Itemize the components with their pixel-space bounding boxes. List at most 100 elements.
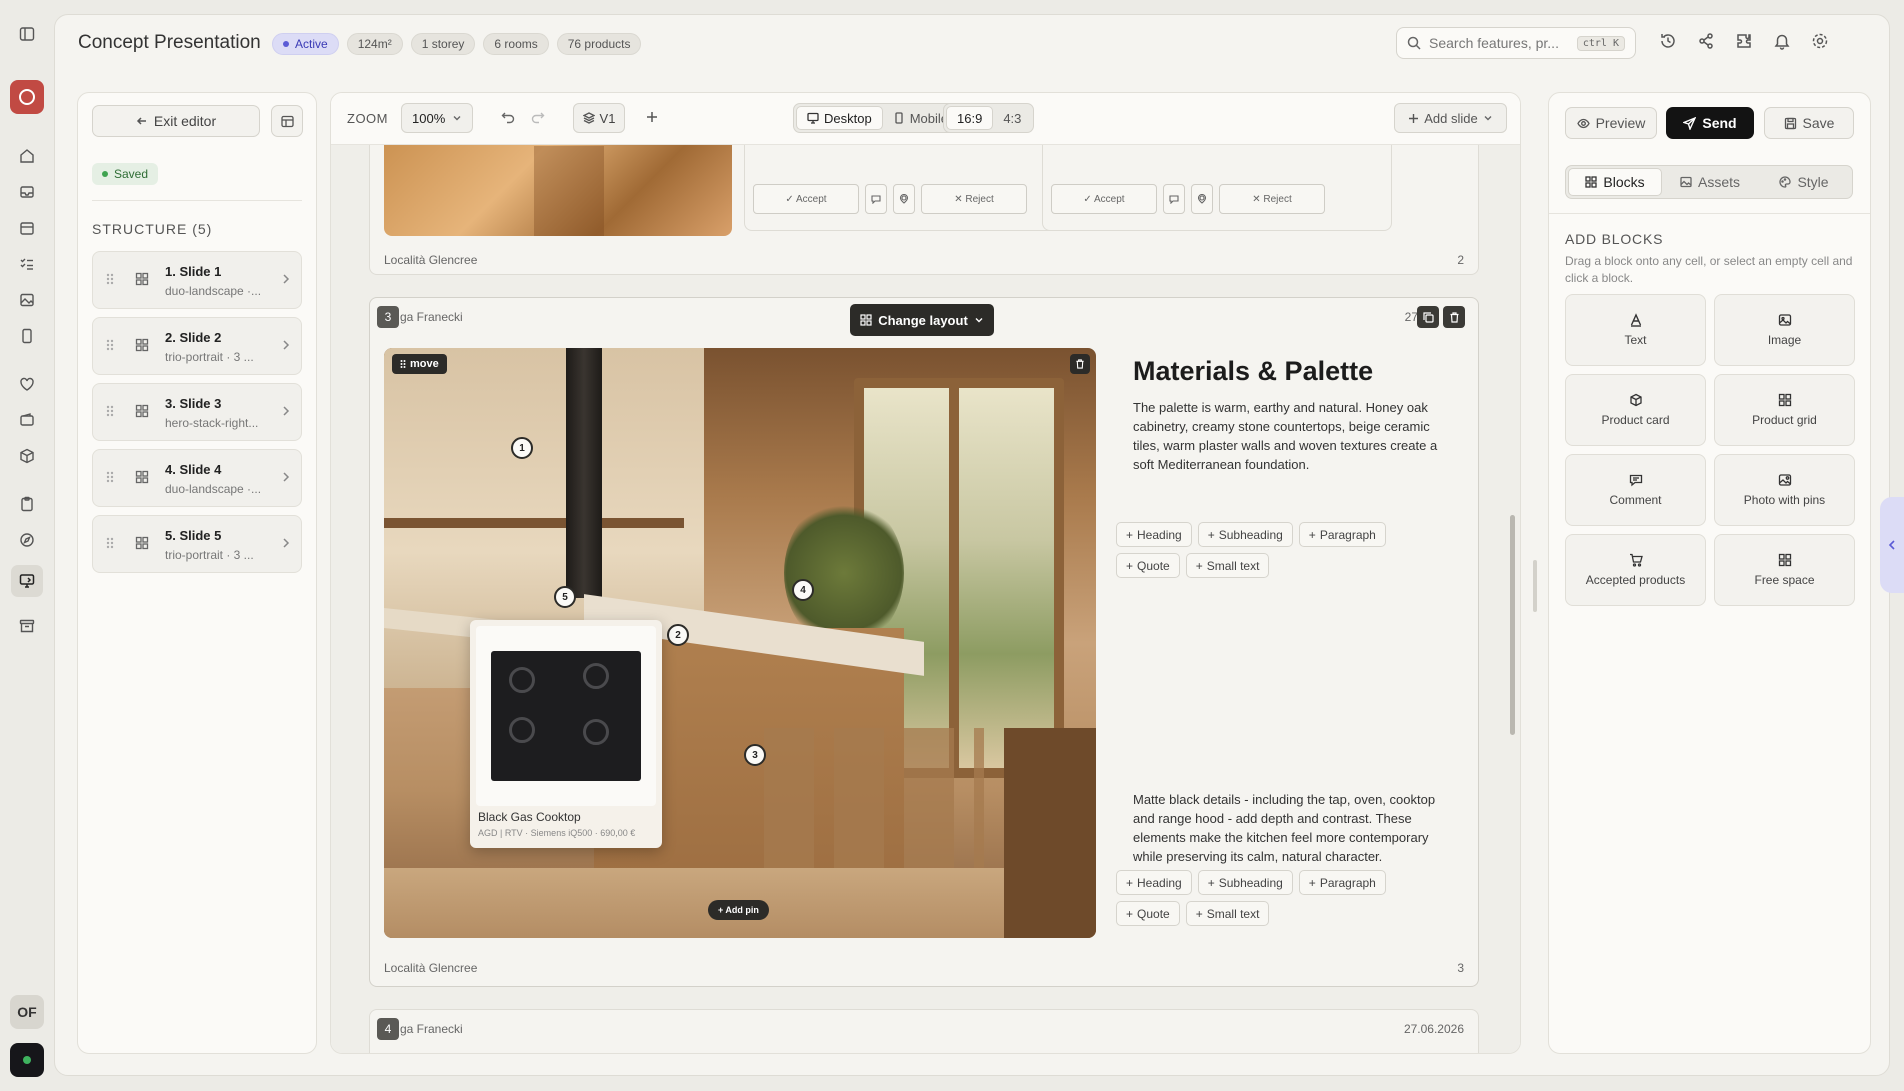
panel-layout-button[interactable] [271,105,303,137]
add-heading-button[interactable]: + Heading [1116,522,1192,547]
canvas-scrollbar[interactable] [1510,515,1515,735]
add-quote-button[interactable]: + Quote [1116,901,1180,926]
redo-icon[interactable] [531,110,545,124]
drag-handle-icon[interactable] [105,338,115,352]
add-pin-button[interactable]: + Add pin [708,900,769,920]
add-subheading-button[interactable]: + Subheading [1197,522,1293,547]
save-button[interactable]: Save [1764,107,1854,139]
box-icon[interactable] [15,444,39,468]
phone-icon[interactable] [15,324,39,348]
drag-handle-icon[interactable] [105,470,115,484]
block-product-grid[interactable]: Product grid [1714,374,1855,446]
tab-blocks[interactable]: Blocks [1568,168,1662,196]
version-button[interactable]: V1 [573,103,625,133]
status-indicator[interactable] [10,1043,44,1077]
slide-list-item[interactable]: 3. Slide 3 hero-stack-right... [92,383,302,441]
tab-style[interactable]: Style [1758,168,1850,196]
exit-editor-button[interactable]: Exit editor [92,105,260,137]
photo-with-pins[interactable]: move 1 2 3 4 5 Black Gas Cooktop AGD | R… [384,348,1096,938]
add-slide-button[interactable]: Add slide [1394,103,1507,133]
zoom-select[interactable]: 100% [401,103,473,133]
add-paragraph-button[interactable]: + Paragraph [1298,870,1386,895]
block-photo-with-pins[interactable]: Photo with pins [1714,454,1855,526]
delete-image-button[interactable] [1070,354,1090,374]
collapse-panel-tab[interactable] [1880,497,1904,593]
panel-resize-handle[interactable] [1533,560,1537,612]
slide-list-item[interactable]: 2. Slide 2 trio-portrait · 3 ... [92,317,302,375]
add-heading-button[interactable]: + Heading [1116,870,1192,895]
slide-paragraph[interactable]: The palette is warm, earthy and natural.… [1133,398,1441,474]
home-icon[interactable] [15,144,39,168]
share-icon[interactable] [1697,32,1715,50]
add-paragraph-button[interactable]: + Paragraph [1298,522,1386,547]
add-small-text-button[interactable]: + Small text [1185,901,1270,926]
photo-pin[interactable]: 2 [667,624,689,646]
pin-icon [1197,194,1207,204]
duplicate-slide-button[interactable] [1417,306,1439,328]
bell-icon[interactable] [1773,32,1791,50]
puzzle-icon[interactable] [1735,32,1753,50]
user-avatar[interactable]: OF [10,995,44,1029]
device-desktop-option[interactable]: Desktop [796,106,883,130]
accept-button[interactable]: ✓ Accept [753,184,859,214]
accept-button[interactable]: ✓ Accept [1051,184,1157,214]
drag-handle-icon[interactable] [105,536,115,550]
block-comment[interactable]: Comment [1565,454,1706,526]
comment-button[interactable] [865,184,887,214]
sidebar-toggle-icon[interactable] [15,22,39,46]
slide-list-item[interactable]: 5. Slide 5 trio-portrait · 3 ... [92,515,302,573]
slide-heading[interactable]: Materials & Palette [1133,356,1373,387]
compass-icon[interactable] [15,528,39,552]
block-product-card[interactable]: Product card [1565,374,1706,446]
block-accepted-products[interactable]: Accepted products [1565,534,1706,606]
reject-button[interactable]: ✕ Reject [921,184,1027,214]
product-popover[interactable]: Black Gas Cooktop AGD | RTV · Siemens iQ… [470,620,662,848]
preview-button[interactable]: Preview [1565,107,1657,139]
image-icon[interactable] [15,288,39,312]
archive-icon[interactable] [15,614,39,638]
brand-logo[interactable] [10,80,44,114]
block-text[interactable]: Text [1565,294,1706,366]
undo-icon[interactable] [501,110,515,124]
slide-list-item[interactable]: 4. Slide 4 duo-landscape ·... [92,449,302,507]
slide-3[interactable]: 3 ga Franecki 27.0 Change layout [369,297,1479,987]
gear-icon[interactable] [1811,32,1829,50]
history-icon[interactable] [1659,32,1677,50]
slide-4[interactable]: 4 ga Franecki 27.06.2026 [369,1009,1479,1053]
photo-pin[interactable]: 1 [511,437,533,459]
photo-pin[interactable]: 5 [554,586,576,608]
add-version-icon[interactable] [645,110,659,124]
heart-icon[interactable] [15,372,39,396]
photo-pin[interactable]: 3 [744,744,766,766]
slide-list-item[interactable]: 1. Slide 1 duo-landscape ·... [92,251,302,309]
search-input[interactable]: Search features, pr... ctrl K [1396,27,1636,59]
block-free-space[interactable]: Free space [1714,534,1855,606]
clipboard-icon[interactable] [15,492,39,516]
comment-button[interactable] [1163,184,1185,214]
change-layout-button[interactable]: Change layout [850,304,994,336]
slide-2[interactable]: ✓ Accept ✕ Reject ✓ Accept ✕ Reject Loca… [369,125,1479,275]
pin-button[interactable] [1191,184,1213,214]
move-handle[interactable]: move [392,354,447,374]
ratio-4-3-option[interactable]: 4:3 [993,106,1031,130]
photo-pin[interactable]: 4 [792,579,814,601]
slide-paragraph[interactable]: Matte black details - including the tap,… [1133,790,1441,866]
calendar-icon[interactable] [15,216,39,240]
add-small-text-button[interactable]: + Small text [1185,553,1270,578]
presentation-icon[interactable] [15,569,39,593]
tab-assets[interactable]: Assets [1664,168,1756,196]
add-quote-button[interactable]: + Quote [1116,553,1180,578]
pin-button[interactable] [893,184,915,214]
drag-handle-icon[interactable] [105,404,115,418]
drag-handle-icon[interactable] [105,272,115,286]
slides-scroll-area[interactable]: ✓ Accept ✕ Reject ✓ Accept ✕ Reject Loca… [331,125,1520,1053]
send-button[interactable]: Send [1666,107,1754,139]
block-image[interactable]: Image [1714,294,1855,366]
wallet-icon[interactable] [15,408,39,432]
reject-button[interactable]: ✕ Reject [1219,184,1325,214]
inbox-icon[interactable] [15,180,39,204]
delete-slide-button[interactable] [1443,306,1465,328]
ratio-16-9-option[interactable]: 16:9 [946,106,994,130]
add-subheading-button[interactable]: + Subheading [1197,870,1293,895]
checklist-icon[interactable] [15,252,39,276]
